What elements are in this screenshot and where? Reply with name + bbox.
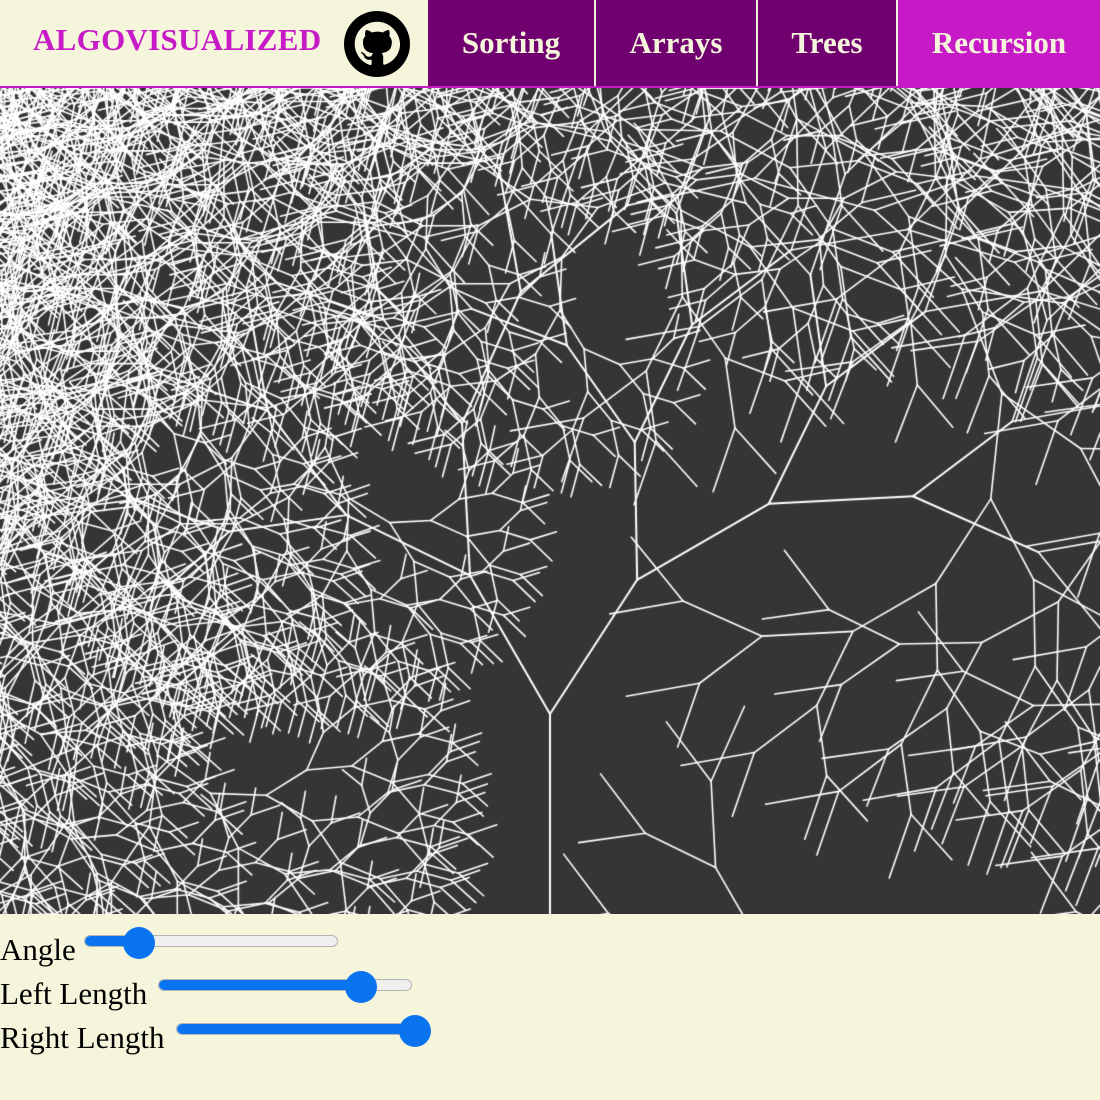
nav-trees[interactable]: Trees: [758, 0, 896, 86]
right-length-label: Right Length: [0, 1020, 165, 1055]
header-bar: ALGOVISUALIZED Sorting Arrays Trees Recu…: [0, 0, 1100, 88]
angle-slider[interactable]: [84, 935, 338, 947]
fractal-tree-canvas: [0, 88, 1100, 914]
nav-recursion[interactable]: Recursion: [898, 0, 1100, 86]
left-length-slider-fill: [159, 980, 363, 990]
nav-arrays[interactable]: Arrays: [596, 0, 756, 86]
nav-sorting[interactable]: Sorting: [428, 0, 594, 86]
left-length-slider-thumb[interactable]: [345, 971, 378, 1003]
right-length-slider-fill: [177, 1024, 416, 1034]
angle-slider-thumb[interactable]: [123, 927, 156, 959]
github-icon[interactable]: [344, 11, 410, 77]
left-length-label: Left Length: [0, 976, 148, 1011]
right-length-slider-thumb[interactable]: [399, 1015, 431, 1047]
brand-title[interactable]: ALGOVISUALIZED: [33, 22, 321, 58]
right-length-slider[interactable]: [176, 1023, 430, 1035]
angle-label: Angle: [0, 932, 76, 967]
